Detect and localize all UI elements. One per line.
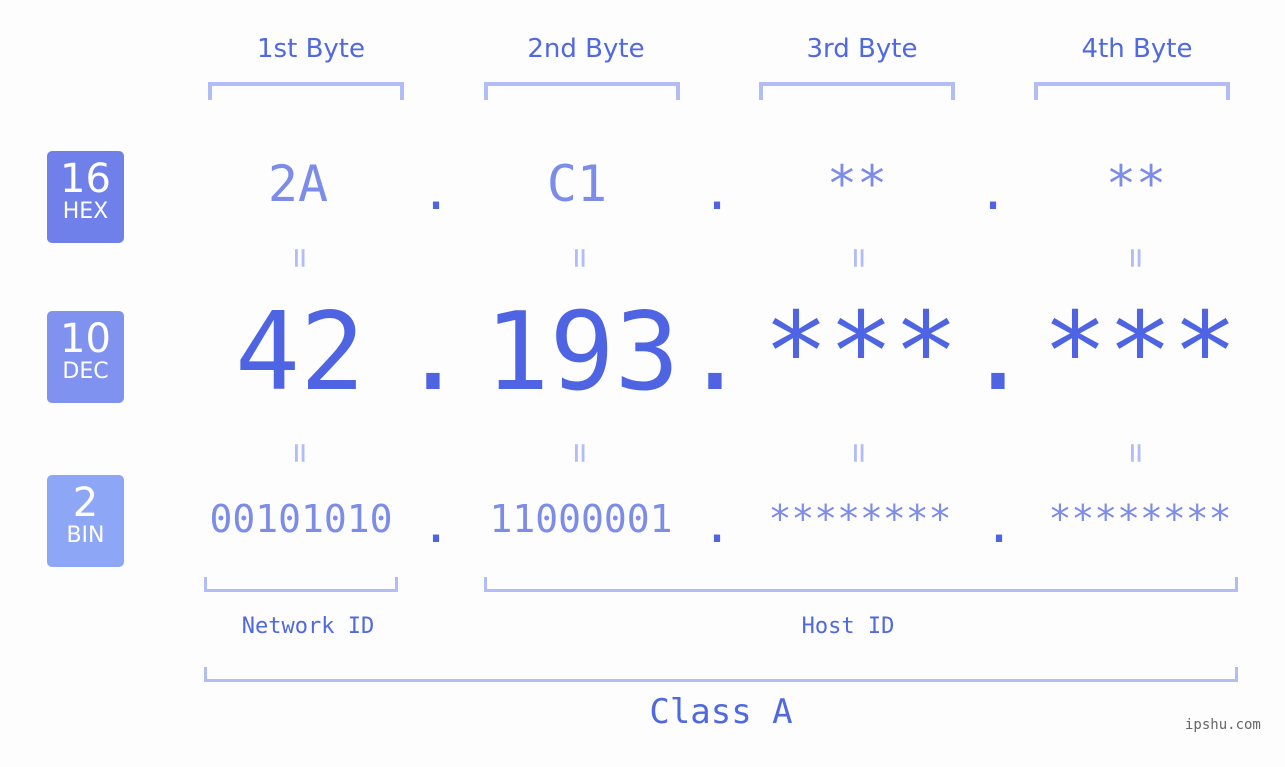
bin-badge: 2 BIN (47, 475, 124, 567)
equals-icon: = (280, 247, 320, 269)
equals-icon: = (560, 247, 600, 269)
byte-bracket-2 (484, 82, 680, 100)
equals-icon: = (839, 247, 879, 269)
hex-byte-1: 2A (267, 155, 329, 213)
hex-byte-4: ** (1105, 155, 1167, 213)
dec-dot-1: . (400, 290, 466, 415)
bin-dot-2: . (702, 496, 733, 554)
bin-byte-4: ******** (1048, 497, 1232, 541)
bin-badge-label: BIN (66, 523, 105, 548)
byte-header-1: 1st Byte (257, 34, 365, 64)
byte-header-2: 2nd Byte (527, 34, 645, 64)
hex-badge-label: HEX (62, 199, 109, 224)
dec-dot-2: . (682, 290, 748, 415)
bin-badge-base: 2 (72, 480, 99, 526)
hex-badge: 16 HEX (47, 151, 124, 243)
dec-dot-3: . (965, 290, 1031, 415)
hex-byte-3: ** (826, 155, 888, 213)
hex-byte-2: C1 (546, 155, 608, 213)
bin-byte-3: ******** (768, 497, 952, 541)
network-id-label: Network ID (241, 614, 375, 639)
hex-badge-base: 16 (60, 156, 111, 202)
host-id-label: Host ID (801, 614, 895, 639)
class-label: Class A (649, 692, 793, 732)
byte-bracket-1 (208, 82, 404, 100)
bin-dot-3: . (984, 496, 1015, 554)
byte-bracket-4 (1034, 82, 1230, 100)
bin-byte-1: 00101010 (209, 497, 393, 541)
bin-byte-2: 11000001 (489, 497, 673, 541)
host-id-bracket (484, 577, 1238, 592)
class-bracket (204, 667, 1238, 682)
equals-icon: = (839, 442, 879, 464)
equals-icon: = (560, 442, 600, 464)
byte-header-3: 3rd Byte (806, 34, 918, 64)
dec-badge-base: 10 (60, 316, 111, 362)
equals-icon: = (1116, 247, 1156, 269)
equals-icon: = (280, 442, 320, 464)
bin-dot-1: . (421, 496, 452, 554)
byte-header-4: 4th Byte (1081, 34, 1193, 64)
network-id-bracket (204, 577, 398, 592)
hex-dot-1: . (421, 163, 452, 221)
equals-icon: = (1116, 442, 1156, 464)
watermark: ipshu.com (1185, 717, 1261, 733)
byte-bracket-3 (759, 82, 955, 100)
hex-dot-3: . (978, 163, 1009, 221)
dec-badge: 10 DEC (47, 311, 124, 403)
hex-dot-2: . (702, 163, 733, 221)
dec-badge-label: DEC (62, 359, 109, 384)
